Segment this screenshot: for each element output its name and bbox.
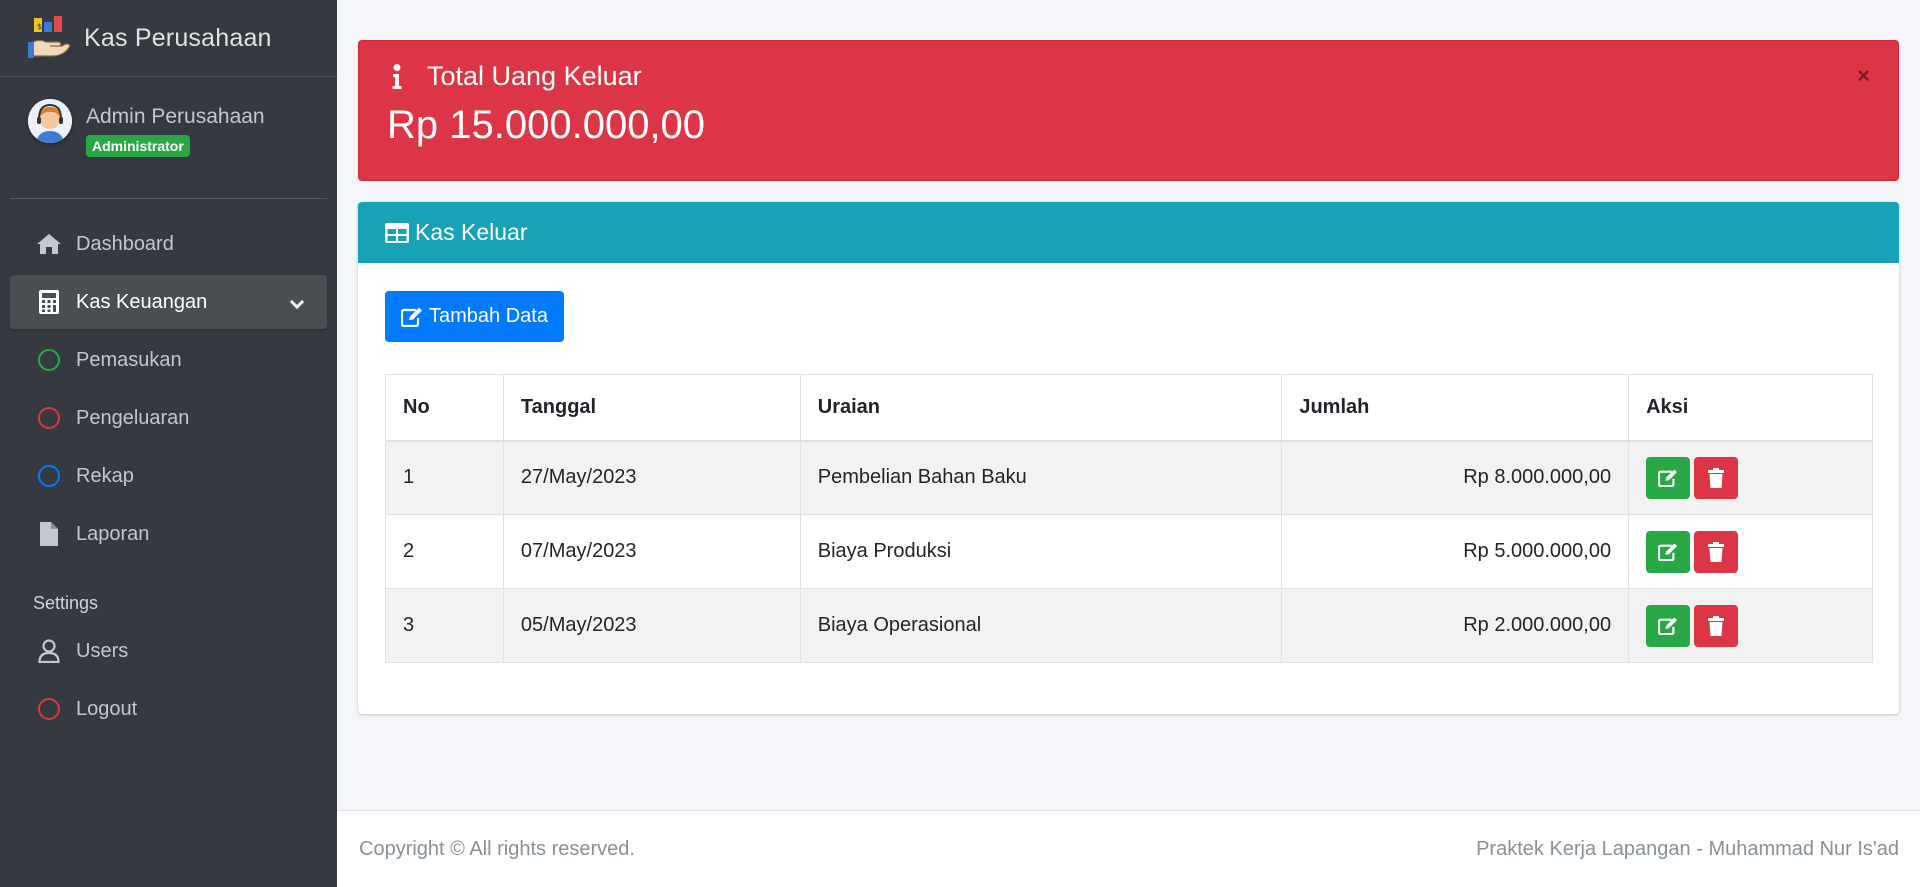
column-header: No	[385, 374, 504, 442]
sidebar-item-label: Users	[76, 639, 129, 662]
total-alert: Total Uang Keluar Rp 15.000.000,00 ×	[358, 40, 1899, 181]
sidebar-item-pemasukan[interactable]: Pemasukan	[10, 333, 327, 387]
cell-tanggal: 07/May/2023	[502, 514, 801, 589]
sidebar-item-logout[interactable]: Logout	[10, 682, 327, 736]
column-header: Aksi	[1628, 374, 1873, 442]
trash-icon	[1708, 615, 1725, 636]
cell-aksi	[1628, 588, 1873, 663]
add-data-label: Tambah Data	[429, 305, 548, 327]
main-content: Total Uang Keluar Rp 15.000.000,00 × Kas…	[337, 0, 1920, 810]
edit-button[interactable]	[1646, 530, 1691, 573]
delete-button[interactable]	[1694, 530, 1739, 573]
footer: Copyright © All rights reserved. Praktek…	[337, 810, 1920, 887]
table-header-row: No Tanggal Uraian Jumlah Aksi	[385, 374, 1873, 442]
sidebar: $ Kas Perusahaan Admin Perusahaan Admini…	[0, 0, 337, 887]
circle-icon	[36, 405, 62, 431]
circle-icon	[36, 696, 62, 722]
cell-tanggal: 05/May/2023	[502, 588, 801, 663]
cell-uraian: Biaya Produksi	[799, 514, 1283, 589]
sidebar-item-laporan[interactable]: Laporan	[10, 507, 327, 561]
column-header: Jumlah	[1281, 374, 1630, 442]
sidebar-item-label: Pengeluaran	[76, 406, 190, 429]
sidebar-item-label: Laporan	[76, 522, 150, 545]
circle-icon	[36, 463, 62, 489]
file-icon	[36, 521, 62, 547]
edit-button[interactable]	[1646, 456, 1691, 499]
chevron-down-icon	[289, 293, 305, 316]
trash-icon	[1708, 541, 1725, 562]
table-row: 2 07/May/2023 Biaya Produksi Rp 5.000.00…	[385, 514, 1873, 589]
alert-title: Total Uang Keluar	[427, 61, 642, 91]
sidebar-item-label: Dashboard	[76, 232, 174, 255]
user-panel: Admin Perusahaan Administrator	[10, 77, 327, 199]
user-name[interactable]: Admin Perusahaan	[86, 105, 265, 129]
settings-header: Settings	[33, 593, 99, 613]
cell-jumlah: Rp 5.000.000,00	[1281, 514, 1630, 589]
brand-link[interactable]: $ Kas Perusahaan	[0, 0, 337, 77]
cell-no: 3	[385, 588, 504, 663]
card-title: Kas Keluar	[415, 219, 528, 245]
role-badge: Administrator	[86, 135, 190, 157]
user-icon	[36, 638, 62, 664]
close-icon[interactable]: ×	[1857, 63, 1870, 89]
table-row: 3 05/May/2023 Biaya Operasional Rp 2.000…	[385, 588, 1873, 663]
sidebar-item-label: Rekap	[76, 464, 134, 487]
sidebar-item-kas-keuangan[interactable]: Kas Keuangan	[10, 275, 327, 329]
edit-icon	[1658, 542, 1678, 561]
edit-button[interactable]	[1646, 604, 1691, 647]
money-hand-logo-icon: $	[28, 16, 72, 60]
cell-tanggal: 27/May/2023	[502, 440, 801, 515]
add-data-button[interactable]: Tambah Data	[385, 291, 564, 342]
sidebar-item-label: Logout	[76, 697, 138, 720]
sidebar-item-rekap[interactable]: Rekap	[10, 449, 327, 503]
cell-jumlah: Rp 8.000.000,00	[1281, 440, 1630, 515]
cell-uraian: Pembelian Bahan Baku	[799, 440, 1283, 515]
info-icon	[387, 63, 407, 90]
avatar	[28, 99, 72, 143]
sidebar-nav: Dashboard Kas Keuangan Pemasukan Pengelu…	[0, 199, 337, 561]
sidebar-item-label: Kas Keuangan	[76, 290, 208, 313]
sidebar-item-dashboard[interactable]: Dashboard	[10, 217, 327, 271]
kas-keluar-table: No Tanggal Uraian Jumlah Aksi 1 27/May/2…	[385, 374, 1873, 663]
footer-copyright: Copyright © All rights reserved.	[359, 837, 635, 860]
cell-uraian: Biaya Operasional	[799, 588, 1283, 663]
settings-nav: Users Logout	[0, 624, 337, 736]
alert-value: Rp 15.000.000,00	[387, 103, 706, 147]
trash-icon	[1708, 467, 1725, 488]
circle-icon	[36, 347, 62, 373]
cell-aksi	[1628, 514, 1873, 589]
cell-no: 1	[385, 440, 504, 515]
cell-no: 2	[385, 514, 504, 589]
calculator-icon	[36, 289, 62, 315]
sidebar-item-users[interactable]: Users	[10, 624, 327, 678]
home-icon	[36, 231, 62, 257]
table-row: 1 27/May/2023 Pembelian Bahan Baku Rp 8.…	[385, 440, 1873, 515]
edit-icon	[1658, 469, 1678, 487]
delete-button[interactable]	[1694, 456, 1739, 499]
cell-aksi	[1628, 440, 1873, 515]
card-header: Kas Keluar	[358, 202, 1899, 263]
sidebar-item-pengeluaran[interactable]: Pengeluaran	[10, 391, 327, 445]
edit-icon	[401, 307, 423, 327]
kas-keluar-card: Kas Keluar Tambah Data No Tanggal Uraian…	[358, 202, 1899, 714]
edit-icon	[1658, 616, 1678, 635]
cell-jumlah: Rp 2.000.000,00	[1281, 588, 1630, 663]
column-header: Uraian	[799, 374, 1283, 442]
column-header: Tanggal	[502, 374, 801, 442]
svg-text:$: $	[37, 22, 42, 31]
footer-credit: Praktek Kerja Lapangan - Muhammad Nur Is…	[1476, 837, 1899, 860]
delete-button[interactable]	[1694, 604, 1739, 647]
table-icon	[385, 222, 409, 243]
sidebar-item-label: Pemasukan	[76, 348, 182, 371]
brand-title: Kas Perusahaan	[84, 23, 272, 52]
